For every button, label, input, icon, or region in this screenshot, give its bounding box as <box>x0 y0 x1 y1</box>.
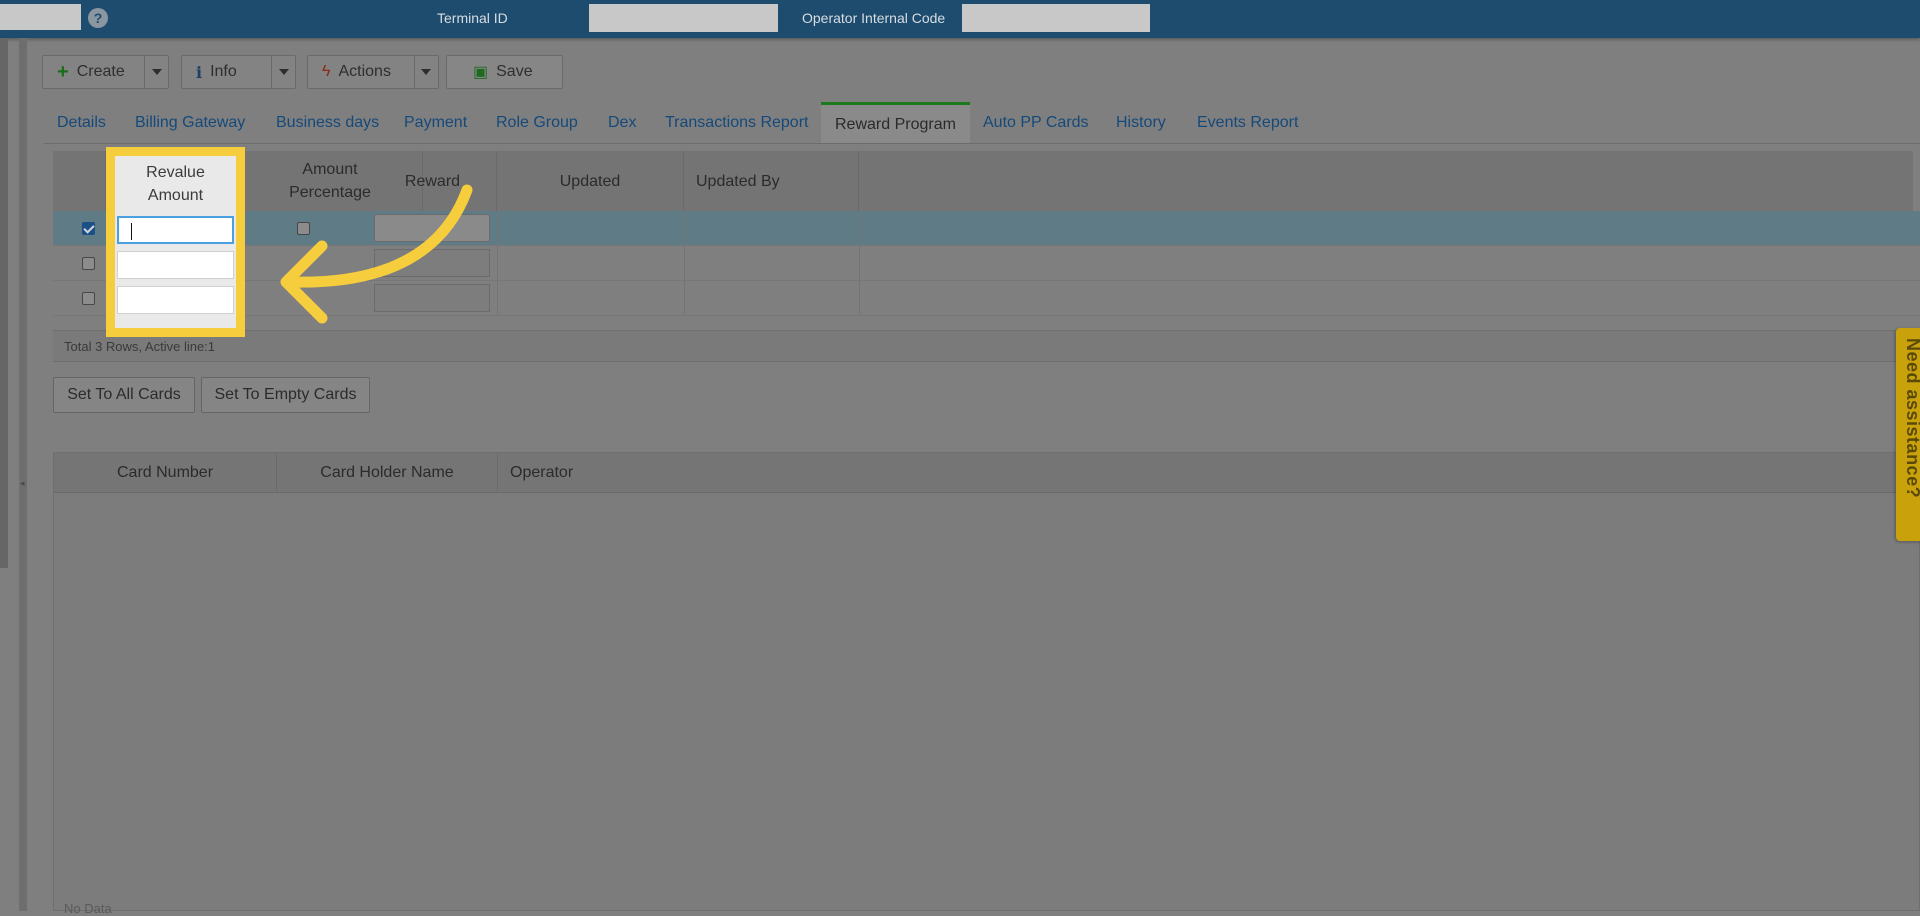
tab-events-report[interactable]: Events Report <box>1197 103 1298 143</box>
cards-table-header: Card Number Card Holder Name Operator <box>54 453 1920 493</box>
lightning-icon: ϟ <box>322 63 331 80</box>
tab-underline <box>44 143 1920 144</box>
create-button-label: Create <box>76 63 125 80</box>
tab-role-group[interactable]: Role Group <box>496 103 578 143</box>
tab-details[interactable]: Details <box>57 103 106 143</box>
chevron-down-icon[interactable] <box>279 69 289 75</box>
terminal-id-field[interactable] <box>589 4 778 32</box>
operator-internal-code-label: Operator Internal Code <box>802 10 946 26</box>
terminal-id-label: Terminal ID <box>437 10 508 26</box>
tab-reward-program[interactable]: Reward Program <box>821 102 970 143</box>
collapse-arrow-icon[interactable]: ◂ <box>20 478 25 489</box>
highlight-box <box>106 147 245 337</box>
tab-payment[interactable]: Payment <box>404 103 467 143</box>
set-to-all-cards-button[interactable]: Set To All Cards <box>53 377 195 413</box>
grid-footer-status: Total 3 Rows, Active line:1 <box>53 330 1920 362</box>
info-button[interactable]: i Info <box>181 55 296 89</box>
create-button[interactable]: + Create <box>42 55 169 89</box>
select-column-header <box>53 151 106 211</box>
need-assistance-label: Need assistance? <box>1903 338 1920 499</box>
plus-icon: + <box>57 60 69 83</box>
tab-history[interactable]: History <box>1116 103 1166 143</box>
curved-arrow-icon <box>280 184 473 324</box>
row-select-checkbox[interactable] <box>82 257 95 270</box>
card-number-header[interactable]: Card Number <box>54 453 277 492</box>
updated-by-header[interactable]: Updated By <box>684 151 859 211</box>
help-icon[interactable]: ? <box>88 8 108 28</box>
set-to-empty-cards-button[interactable]: Set To Empty Cards <box>201 377 370 413</box>
left-rail <box>0 38 8 568</box>
top-left-field[interactable] <box>0 4 81 30</box>
tab-dex[interactable]: Dex <box>608 103 636 143</box>
row-select-checkbox[interactable] <box>82 292 95 305</box>
chevron-down-icon[interactable] <box>421 69 431 75</box>
floppy-disk-icon: ▣ <box>473 64 489 81</box>
top-bar: ? Terminal ID Operator Internal Code <box>0 0 1920 38</box>
need-assistance-tab[interactable]: Need assistance? <box>1896 328 1920 541</box>
tab-transactions-report[interactable]: Transactions Report <box>665 103 808 143</box>
cards-table: Card Number Card Holder Name Operator No… <box>53 452 1920 916</box>
actions-button[interactable]: ϟ Actions <box>307 55 439 89</box>
card-holder-name-header[interactable]: Card Holder Name <box>277 453 498 492</box>
updated-header[interactable]: Updated <box>497 151 684 211</box>
tab-business-days[interactable]: Business days <box>276 103 379 143</box>
tab-billing-gateway[interactable]: Billing Gateway <box>135 103 245 143</box>
tab-auto-pp-cards[interactable]: Auto PP Cards <box>983 103 1089 143</box>
operator-internal-code-field[interactable] <box>962 4 1150 32</box>
chevron-down-icon[interactable] <box>152 69 162 75</box>
save-button[interactable]: ▣ Save <box>446 55 563 89</box>
left-rail-splitter[interactable] <box>19 38 27 911</box>
save-button-label: Save <box>496 63 533 80</box>
actions-button-label: Actions <box>338 63 391 80</box>
info-icon: i <box>196 62 203 82</box>
no-data-text: No Data <box>64 901 112 916</box>
info-button-label: Info <box>210 63 237 80</box>
operator-header[interactable]: Operator <box>498 453 698 492</box>
row-select-checkbox[interactable] <box>82 222 95 235</box>
